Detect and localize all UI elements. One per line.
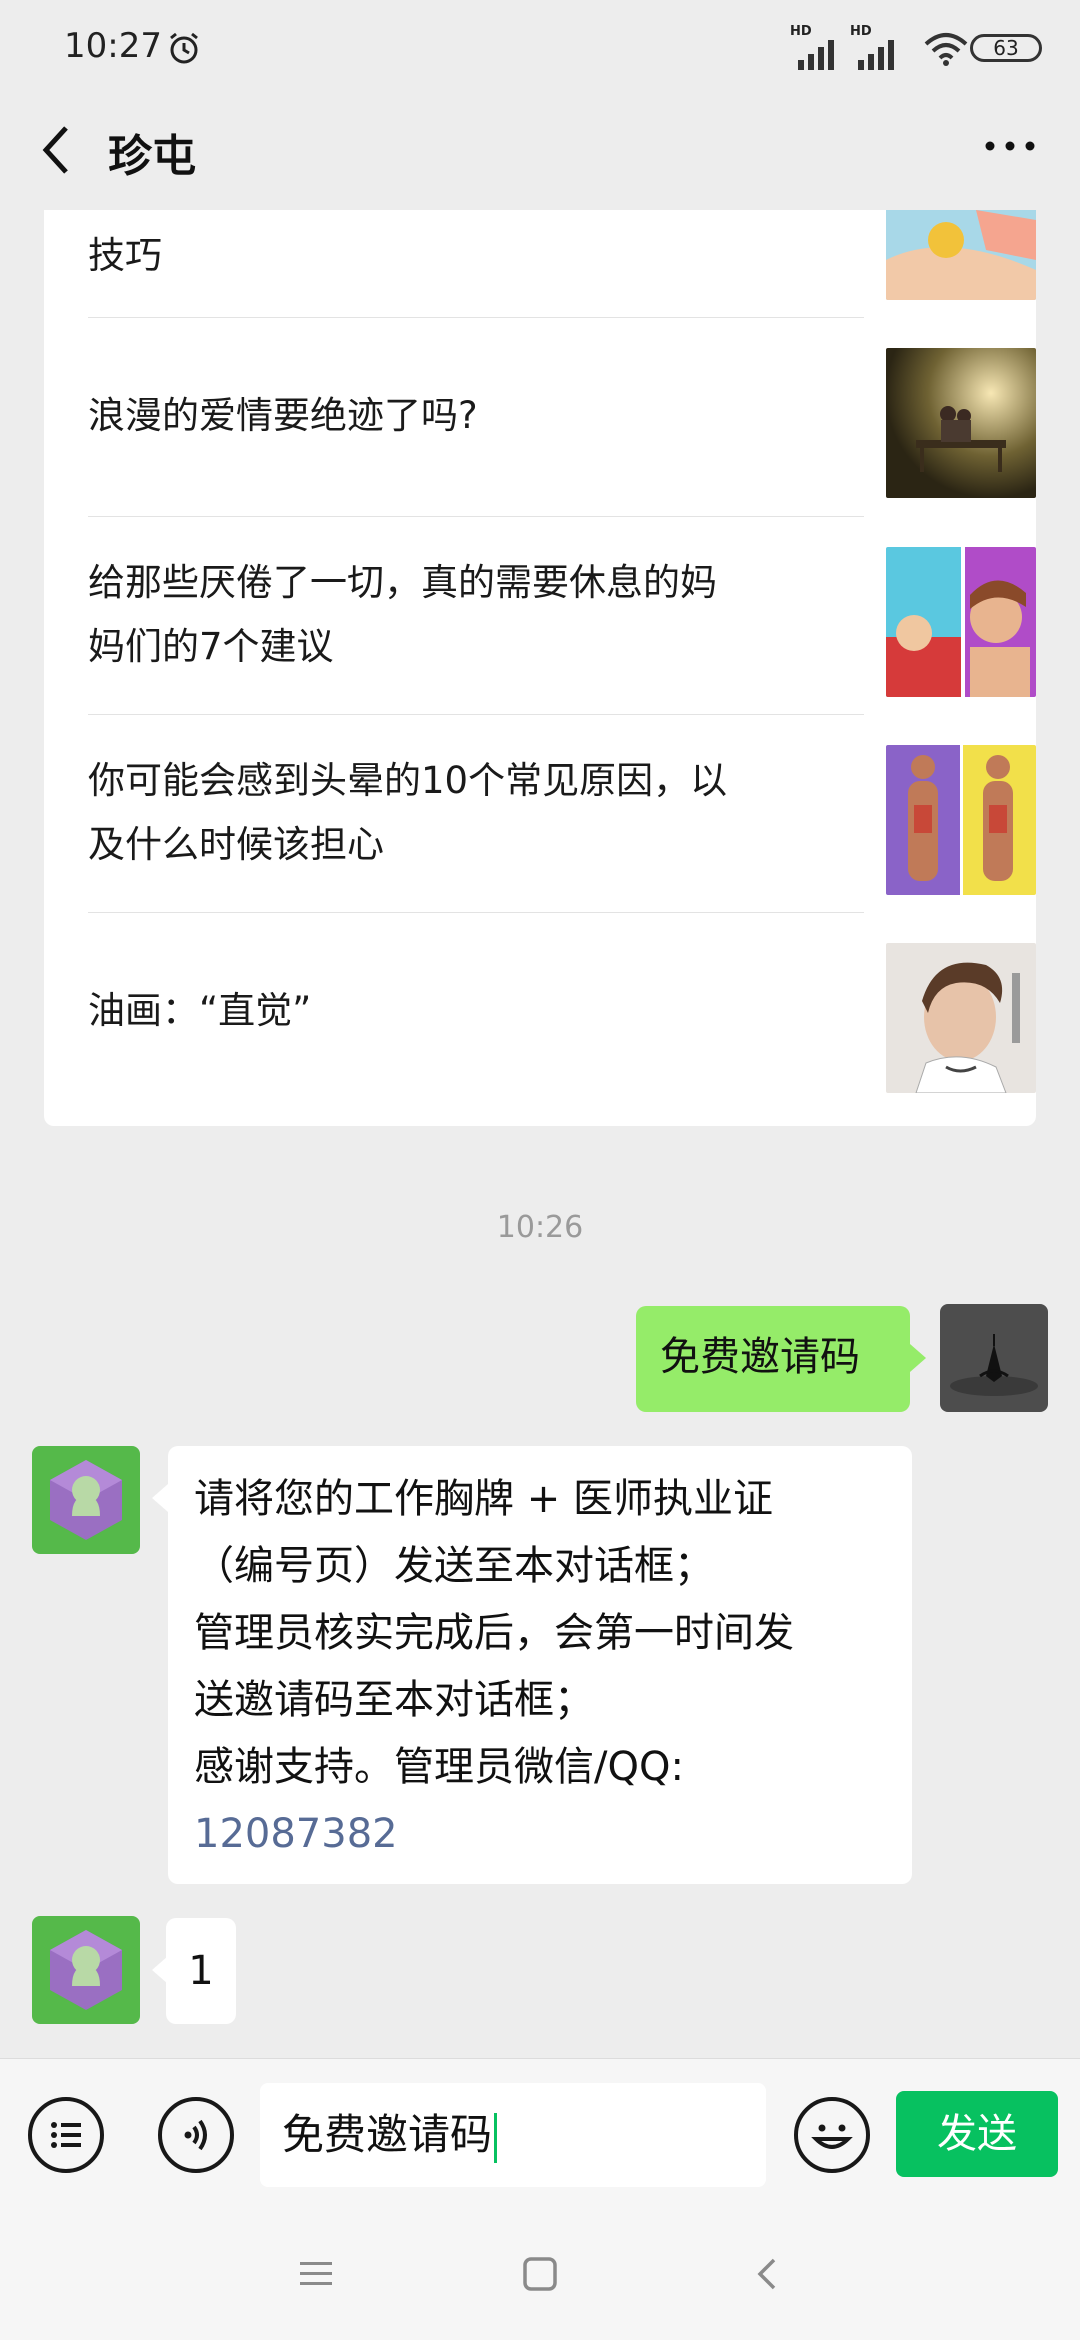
avatar-self[interactable] — [940, 1304, 1048, 1412]
status-bar: 10:27 HD HD 63 — [0, 0, 1080, 96]
bubble-tail — [910, 1344, 926, 1372]
bubble-tail — [152, 1484, 168, 1512]
chevron-left-icon[interactable] — [34, 120, 78, 180]
message-bubble-contact[interactable]: 请将您的工作胸牌 + 医师执业证 （编号页）发送至本对话框； 管理员核实完成后，… — [168, 1446, 912, 1884]
article-item[interactable]: 浪漫的爱情要绝迹了吗? — [88, 318, 1036, 516]
avatar-contact[interactable] — [32, 1446, 140, 1554]
article-thumbnail — [886, 943, 1036, 1093]
article-card: 技巧 浪漫的爱情要绝迹了吗? 给那些厌倦了一切，真的需要休息的妈 妈们的7个建议… — [44, 210, 1036, 1126]
message-line: 请将您的工作胸牌 + 医师执业证 — [194, 1476, 773, 1522]
message-line: （编号页）发送至本对话框； — [194, 1543, 714, 1589]
wifi-icon — [924, 33, 968, 66]
article-title: 给那些厌倦了一切，真的需要休息的妈 妈们的7个建议 — [88, 561, 717, 668]
article-item[interactable]: 技巧 — [88, 210, 1036, 318]
signal-icon: HD — [790, 24, 840, 70]
message-input[interactable]: 免费邀请码 — [260, 2083, 766, 2187]
list-menu-icon[interactable] — [28, 2097, 104, 2173]
emoji-icon[interactable] — [794, 2097, 870, 2173]
article-title: 你可能会感到头晕的10个常见原因，以 及什么时候该担心 — [88, 759, 728, 866]
battery-indicator: 63 — [970, 34, 1042, 62]
message-bubble-self[interactable]: 免费邀请码 — [636, 1306, 910, 1412]
avatar-contact[interactable] — [32, 1916, 140, 2024]
home-square-icon[interactable] — [522, 2256, 558, 2292]
article-thumbnail — [886, 745, 1036, 895]
article-title: 油画：“直觉” — [88, 989, 312, 1032]
message-link-number[interactable]: 12087382 — [194, 1801, 886, 1868]
voice-icon[interactable] — [158, 2097, 234, 2173]
article-thumbnail — [886, 547, 1036, 697]
chat-title: 珍屯 — [108, 131, 196, 182]
chat-header: 珍屯 — [0, 96, 1080, 210]
alarm-icon — [170, 32, 198, 64]
article-item[interactable]: 你可能会感到头晕的10个常见原因，以 及什么时候该担心 — [88, 715, 1036, 913]
article-item[interactable]: 给那些厌倦了一切，真的需要休息的妈 妈们的7个建议 — [88, 517, 1036, 715]
more-dots-icon[interactable] — [980, 126, 1040, 166]
send-button[interactable]: 发送 — [896, 2091, 1058, 2177]
message-text: 1 — [188, 1948, 214, 1994]
text-caret — [494, 2112, 498, 2163]
system-navigation-bar — [0, 2210, 1080, 2340]
message-line: 感谢支持。管理员微信/QQ: — [194, 1744, 684, 1790]
article-title: 技巧 — [88, 234, 162, 277]
message-line: 管理员核实完成后，会第一时间发 — [194, 1610, 794, 1656]
status-time: 10:27 — [64, 26, 162, 66]
signal-icon-2: HD — [850, 24, 900, 70]
message-line: 送邀请码至本对话框； — [194, 1677, 594, 1723]
article-item[interactable]: 油画：“直觉” — [88, 913, 1036, 1113]
message-bubble-contact[interactable]: 1 — [166, 1918, 236, 2024]
recents-menu-icon[interactable] — [298, 2258, 334, 2290]
chat-input-bar: 免费邀请码 发送 — [0, 2058, 1080, 2210]
article-thumbnail — [886, 210, 1036, 300]
message-text: 免费邀请码 — [660, 1334, 860, 1380]
back-triangle-icon[interactable] — [752, 2256, 782, 2292]
chat-timestamp: 10:26 — [496, 1210, 584, 1245]
article-title: 浪漫的爱情要绝迹了吗? — [88, 394, 478, 437]
article-thumbnail — [886, 348, 1036, 498]
